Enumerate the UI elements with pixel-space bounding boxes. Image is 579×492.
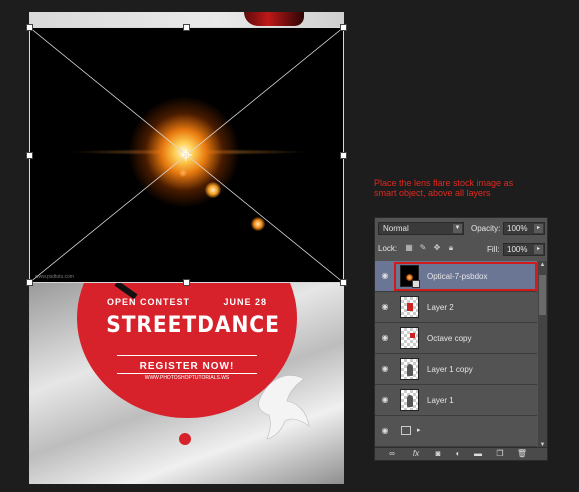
transform-handle-right[interactable] <box>340 152 347 159</box>
layer-thumbnail <box>400 327 419 349</box>
layer-thumbnail <box>400 296 419 318</box>
fill-field[interactable]: 100% ▸ <box>503 243 545 256</box>
document-canvas[interactable]: www.psdtuts.com OPEN CONTEST JUNE 28 STR… <box>29 12 344 484</box>
layer-list: ◉ Optical-7-psbdox ◉ Layer 2 ◉ Octave co… <box>375 261 537 449</box>
dove-image <box>258 375 310 440</box>
transform-handle-left[interactable] <box>26 152 33 159</box>
opacity-field[interactable]: 100% ▸ <box>503 222 545 235</box>
chevron-down-icon: ▼ <box>453 224 462 233</box>
poster-rule <box>117 355 257 356</box>
layer-row-group[interactable]: ◉ ▸ <box>375 416 537 447</box>
dancer-thumbnail-icon <box>407 395 413 407</box>
lock-all-icon[interactable]: 🔒︎ <box>446 243 456 253</box>
link-layers-icon[interactable]: ∞ <box>385 449 399 459</box>
highlight-outline <box>394 262 537 291</box>
opacity-value: 100% <box>507 224 528 233</box>
blend-mode-select[interactable]: Normal ▼ <box>378 222 464 235</box>
flare-dot <box>251 217 265 231</box>
layer-row-optical[interactable]: ◉ Optical-7-psbdox <box>375 261 537 292</box>
contest-date: JUNE 28 <box>223 297 267 307</box>
transform-handle-top[interactable] <box>183 24 190 31</box>
scroll-thumb[interactable] <box>539 275 546 315</box>
flare-watermark: www.psdtuts.com <box>35 274 74 280</box>
lock-position-icon[interactable]: ✥ <box>432 243 442 253</box>
adjustment-layer-icon[interactable]: ◐ <box>451 449 465 459</box>
layer-name: Layer 1 <box>427 396 454 405</box>
transform-handle-top-left[interactable] <box>26 24 33 31</box>
poster-rule <box>117 373 257 374</box>
layer-style-fx-icon[interactable]: fx <box>409 449 423 459</box>
layers-scrollbar[interactable]: ▲ ▼ <box>538 261 547 449</box>
poster-artwork: OPEN CONTEST JUNE 28 STREETDANCE REGISTE… <box>29 283 344 484</box>
layer-name: Layer 1 copy <box>427 365 473 374</box>
blend-mode-value: Normal <box>383 224 409 233</box>
expand-arrow-icon[interactable]: ▸ <box>417 426 421 434</box>
transform-handle-bottom-left[interactable] <box>26 279 33 286</box>
annotation-line: smart object, above all layers <box>374 188 491 198</box>
visibility-eye-icon[interactable]: ◉ <box>380 302 390 312</box>
visibility-eye-icon[interactable]: ◉ <box>380 333 390 343</box>
layers-panel-footer: ∞ fx ◙ ◐ ▬ ❐ 🗑︎ <box>375 447 547 460</box>
transform-handle-bottom-right[interactable] <box>340 279 347 286</box>
folder-icon <box>401 426 411 435</box>
opacity-label: Opacity: <box>471 224 501 233</box>
trash-icon[interactable]: 🗑︎ <box>515 449 529 459</box>
layer-thumbnail <box>400 358 419 380</box>
layer-row-layer-2[interactable]: ◉ Layer 2 <box>375 292 537 323</box>
lock-transparent-icon[interactable]: ▦ <box>404 243 414 253</box>
lock-image-icon[interactable]: ✎ <box>418 243 428 253</box>
dancer-thumbnail-icon <box>407 364 413 376</box>
flare-glow <box>129 97 239 207</box>
layer-row-layer-1-copy[interactable]: ◉ Layer 1 copy <box>375 354 537 385</box>
chevron-right-icon: ▸ <box>534 245 543 254</box>
layer-name: Layer 2 <box>427 303 454 312</box>
poster-red-dot <box>179 433 191 445</box>
lock-label: Lock: <box>378 244 398 253</box>
scroll-up-icon[interactable]: ▲ <box>539 261 546 269</box>
poster-cta: REGISTER NOW! <box>139 361 235 372</box>
transform-handle-bottom[interactable] <box>183 279 190 286</box>
contest-row: OPEN CONTEST JUNE 28 <box>107 297 267 307</box>
red-shape-thumbnail-icon <box>407 303 413 311</box>
transform-handle-top-right[interactable] <box>340 24 347 31</box>
visibility-eye-icon[interactable]: ◉ <box>380 426 390 436</box>
lens-flare-image[interactable]: www.psdtuts.com <box>29 27 344 283</box>
layer-row-octave-copy[interactable]: ◉ Octave copy <box>375 323 537 354</box>
new-layer-icon[interactable]: ❐ <box>493 449 507 459</box>
chevron-right-icon: ▸ <box>534 224 543 233</box>
layer-thumbnail <box>400 389 419 411</box>
add-mask-icon[interactable]: ◙ <box>431 449 445 459</box>
layer-row-layer-1[interactable]: ◉ Layer 1 <box>375 385 537 416</box>
annotation-line: Place the lens flare stock image as <box>374 178 514 188</box>
fill-value: 100% <box>507 245 528 254</box>
visibility-eye-icon[interactable]: ◉ <box>380 271 390 281</box>
tutorial-annotation: Place the lens flare stock image as smar… <box>374 178 564 198</box>
flare-dot <box>205 182 221 198</box>
poster-title: STREETDANCE <box>106 313 280 338</box>
contest-label: OPEN CONTEST <box>107 297 191 307</box>
visibility-eye-icon[interactable]: ◉ <box>380 395 390 405</box>
red-shape-thumbnail-icon <box>410 333 415 338</box>
poster-url: WWW.PHOTOSHOPTUTORIALS.WS <box>144 375 230 381</box>
flare-dot <box>179 169 187 177</box>
visibility-eye-icon[interactable]: ◉ <box>380 364 390 374</box>
new-group-icon[interactable]: ▬ <box>471 449 485 459</box>
layers-panel: Normal ▼ Opacity: 100% ▸ Lock: ▦ ✎ ✥ 🔒︎ … <box>374 217 548 461</box>
poster-red-graphic <box>244 12 304 26</box>
layer-name: Octave copy <box>427 334 472 343</box>
fill-label: Fill: <box>487 245 500 254</box>
